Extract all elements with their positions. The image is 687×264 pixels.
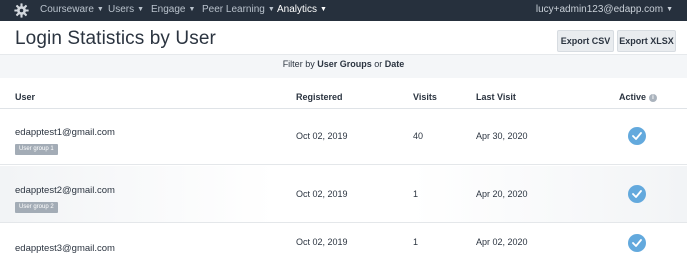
- chevron-down-icon: ▼: [267, 6, 275, 13]
- column-header-user[interactable]: User: [15, 92, 35, 102]
- nav-users-label: Users: [108, 4, 135, 15]
- nav-users[interactable]: Users ▼: [108, 4, 144, 15]
- active-check-icon[interactable]: [628, 127, 646, 145]
- export-csv-button[interactable]: Export CSV: [557, 30, 614, 52]
- user-email-cell[interactable]: edapptest2@gmail.com: [15, 185, 115, 196]
- last-visit-cell: Apr 30, 2020: [476, 131, 528, 141]
- chevron-down-icon: ▼: [188, 6, 196, 13]
- column-header-active[interactable]: Active i: [619, 92, 658, 103]
- nav-analytics[interactable]: Analytics ▼: [277, 4, 327, 15]
- page-title: Login Statistics by User: [15, 28, 216, 49]
- visits-cell: 1: [413, 189, 419, 199]
- registered-cell: Oct 02, 2019: [296, 237, 348, 247]
- registered-cell: Oct 02, 2019: [296, 189, 348, 199]
- nav-engage-label: Engage: [151, 4, 186, 15]
- column-header-visits[interactable]: Visits: [413, 92, 437, 102]
- user-group-badge: User group 1: [15, 144, 58, 155]
- export-xlsx-button[interactable]: Export XLSX: [617, 30, 676, 52]
- visits-cell: 40: [413, 131, 424, 141]
- user-stats-table: User Registered Visits Last Visit Active…: [0, 78, 687, 264]
- filter-prefix: Filter by: [282, 59, 315, 69]
- chevron-down-icon: ▼: [96, 6, 104, 13]
- nav-analytics-label: Analytics: [277, 4, 318, 15]
- filter-user-groups-link[interactable]: User Groups: [317, 59, 372, 69]
- top-nav: Courseware ▼ Users ▼ Engage ▼ Peer Learning…: [0, 0, 687, 21]
- user-email: lucy+admin123@edapp.com: [535, 4, 664, 15]
- chevron-down-icon: ▼: [666, 6, 673, 13]
- column-header-last-visit[interactable]: Last Visit: [476, 92, 516, 102]
- column-header-active-label: Active: [619, 92, 647, 102]
- chevron-down-icon: ▼: [137, 6, 145, 13]
- filter-conjunction: or: [374, 59, 383, 69]
- nav-peer-learning-label: Peer Learning: [202, 4, 265, 15]
- user-menu[interactable]: lucy+admin123@edapp.com ▼: [536, 4, 673, 15]
- last-visit-cell: Apr 20, 2020: [476, 189, 528, 199]
- filter-bar: Filter by User Groups or Date: [0, 56, 687, 78]
- table-header: User Registered Visits Last Visit Active…: [0, 78, 687, 109]
- filter-date-link[interactable]: Date: [385, 59, 405, 69]
- nav-courseware[interactable]: Courseware ▼: [40, 4, 104, 15]
- user-email-cell[interactable]: edapptest1@gmail.com: [15, 127, 115, 138]
- table-row: edapptest3@gmail.com Oct 02, 2019 1 Apr …: [0, 224, 687, 264]
- user-group-badge: User group 2: [15, 202, 58, 213]
- nav-peer-learning[interactable]: Peer Learning ▼: [202, 4, 275, 15]
- registered-cell: Oct 02, 2019: [296, 131, 348, 141]
- chevron-down-icon: ▼: [320, 6, 327, 13]
- nav-engage[interactable]: Engage ▼: [151, 4, 195, 15]
- visits-cell: 1: [413, 237, 419, 247]
- page-header: Login Statistics by User Export CSV Expo…: [0, 21, 687, 55]
- gear-logo-icon[interactable]: [14, 3, 29, 18]
- table-row: edapptest1@gmail.com User group 1 Oct 02…: [0, 109, 687, 165]
- column-header-registered[interactable]: Registered: [296, 92, 343, 102]
- info-icon[interactable]: i: [649, 94, 658, 102]
- table-row: edapptest2@gmail.com User group 2 Oct 02…: [0, 166, 687, 223]
- active-check-icon[interactable]: [628, 185, 646, 203]
- last-visit-cell: Apr 02, 2020: [476, 237, 528, 247]
- active-check-icon[interactable]: [628, 234, 646, 252]
- user-email-cell[interactable]: edapptest3@gmail.com: [15, 243, 115, 254]
- nav-courseware-label: Courseware: [40, 4, 94, 15]
